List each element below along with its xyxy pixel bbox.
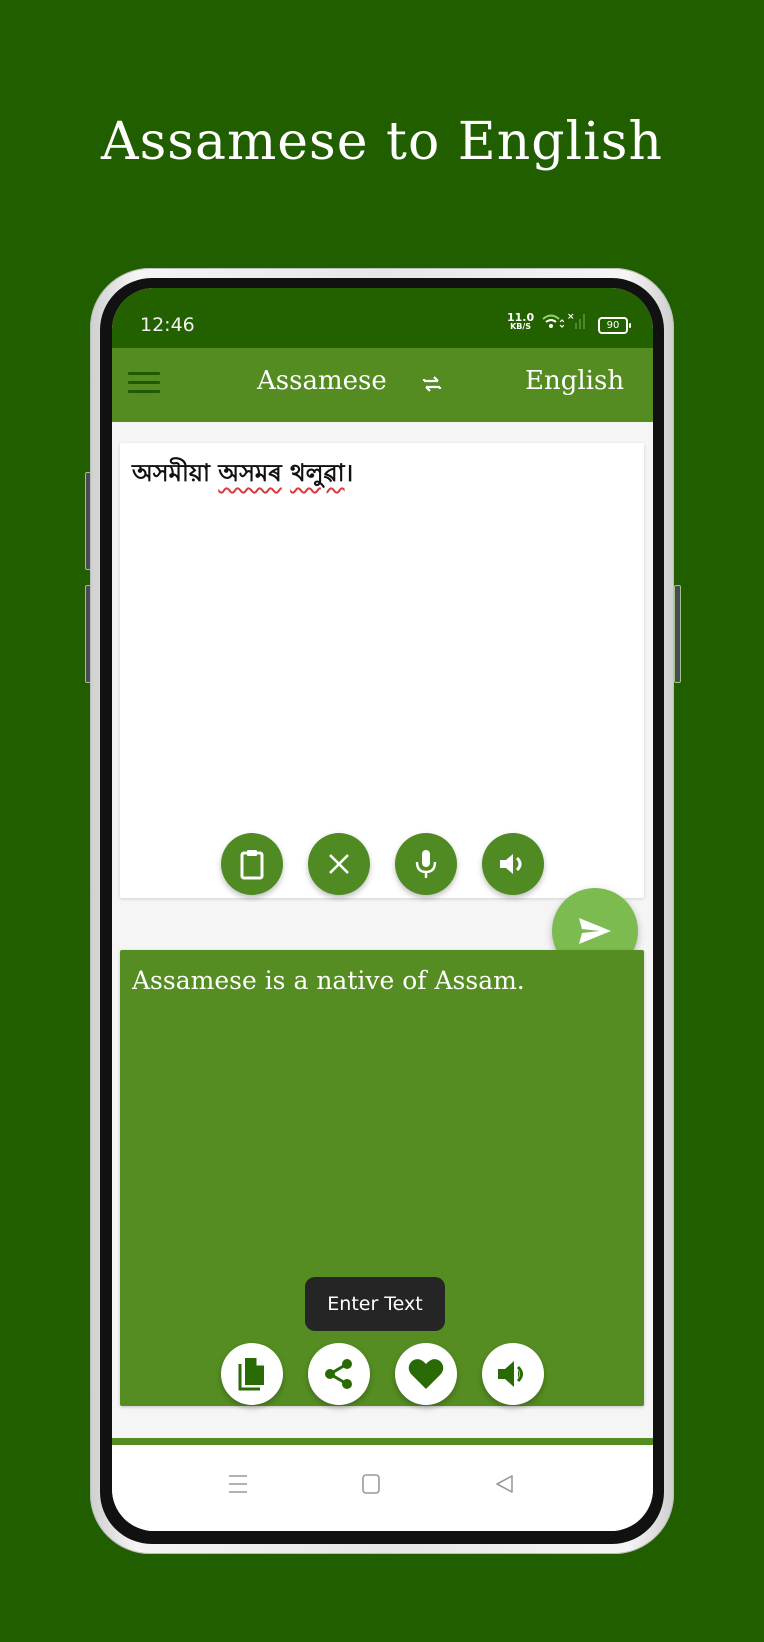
svg-text:×: × <box>567 312 575 322</box>
swap-arrows-icon[interactable] <box>420 372 444 396</box>
phone-screen: 12:46 11.0 KB/S × 90 Assamese English অস… <box>112 288 653 1531</box>
copy-button[interactable] <box>221 1343 283 1405</box>
network-speed-value: 11.0 <box>507 311 535 324</box>
target-language-button[interactable]: English <box>525 366 624 396</box>
speak-output-button[interactable] <box>482 1343 544 1405</box>
bottom-strip <box>112 1438 653 1445</box>
output-actions <box>221 1343 544 1405</box>
voice-input-button[interactable] <box>395 833 457 895</box>
input-word-misspelled: অসমৰ <box>218 459 282 487</box>
input-word-misspelled: থলুৱা <box>290 459 345 487</box>
paste-button[interactable] <box>221 833 283 895</box>
input-actions <box>221 833 544 895</box>
battery-icon: 90 <box>598 317 631 334</box>
microphone-icon <box>415 850 437 878</box>
speaker-icon <box>500 854 522 874</box>
clear-button[interactable] <box>308 833 370 895</box>
favorite-button[interactable] <box>395 1343 457 1405</box>
share-button[interactable] <box>308 1343 370 1405</box>
promo-headline: Assamese to English <box>101 112 663 172</box>
network-speed: 11.0 KB/S <box>507 311 535 331</box>
speaker-icon <box>498 1361 523 1387</box>
source-text-input[interactable]: অসমীয়া অসমৰ থলুৱা। <box>132 455 353 495</box>
hamburger-menu-icon[interactable] <box>128 372 160 398</box>
speak-input-button[interactable] <box>482 833 544 895</box>
app-bar: Assamese English <box>112 348 653 422</box>
system-navigation-bar <box>112 1445 653 1531</box>
copy-icon <box>238 1358 264 1391</box>
home-icon[interactable] <box>360 1473 382 1495</box>
network-speed-unit: KB/S <box>510 322 532 331</box>
toast-message: Enter Text <box>305 1277 445 1331</box>
status-time: 12:46 <box>140 314 195 336</box>
send-icon <box>579 918 611 944</box>
output-card: Assamese is a native of Assam. <box>120 950 644 1406</box>
power-button <box>674 585 681 683</box>
input-card[interactable]: অসমীয়া অসমৰ থলুৱা। <box>120 443 644 898</box>
back-icon[interactable] <box>494 1473 516 1495</box>
translated-text: Assamese is a native of Assam. <box>132 966 525 995</box>
input-punctuation: । <box>344 459 354 487</box>
recent-apps-icon[interactable] <box>227 1473 249 1495</box>
status-bar: 12:46 11.0 KB/S × 90 <box>112 288 653 348</box>
heart-icon <box>408 1359 444 1389</box>
source-language-button[interactable]: Assamese <box>257 366 387 396</box>
close-icon <box>329 854 349 874</box>
share-icon <box>325 1359 352 1389</box>
input-word: অসমীয়া <box>132 459 210 487</box>
wifi-icon <box>542 314 564 328</box>
clipboard-icon <box>240 850 264 880</box>
signal-no-sim-icon: × <box>567 312 585 329</box>
